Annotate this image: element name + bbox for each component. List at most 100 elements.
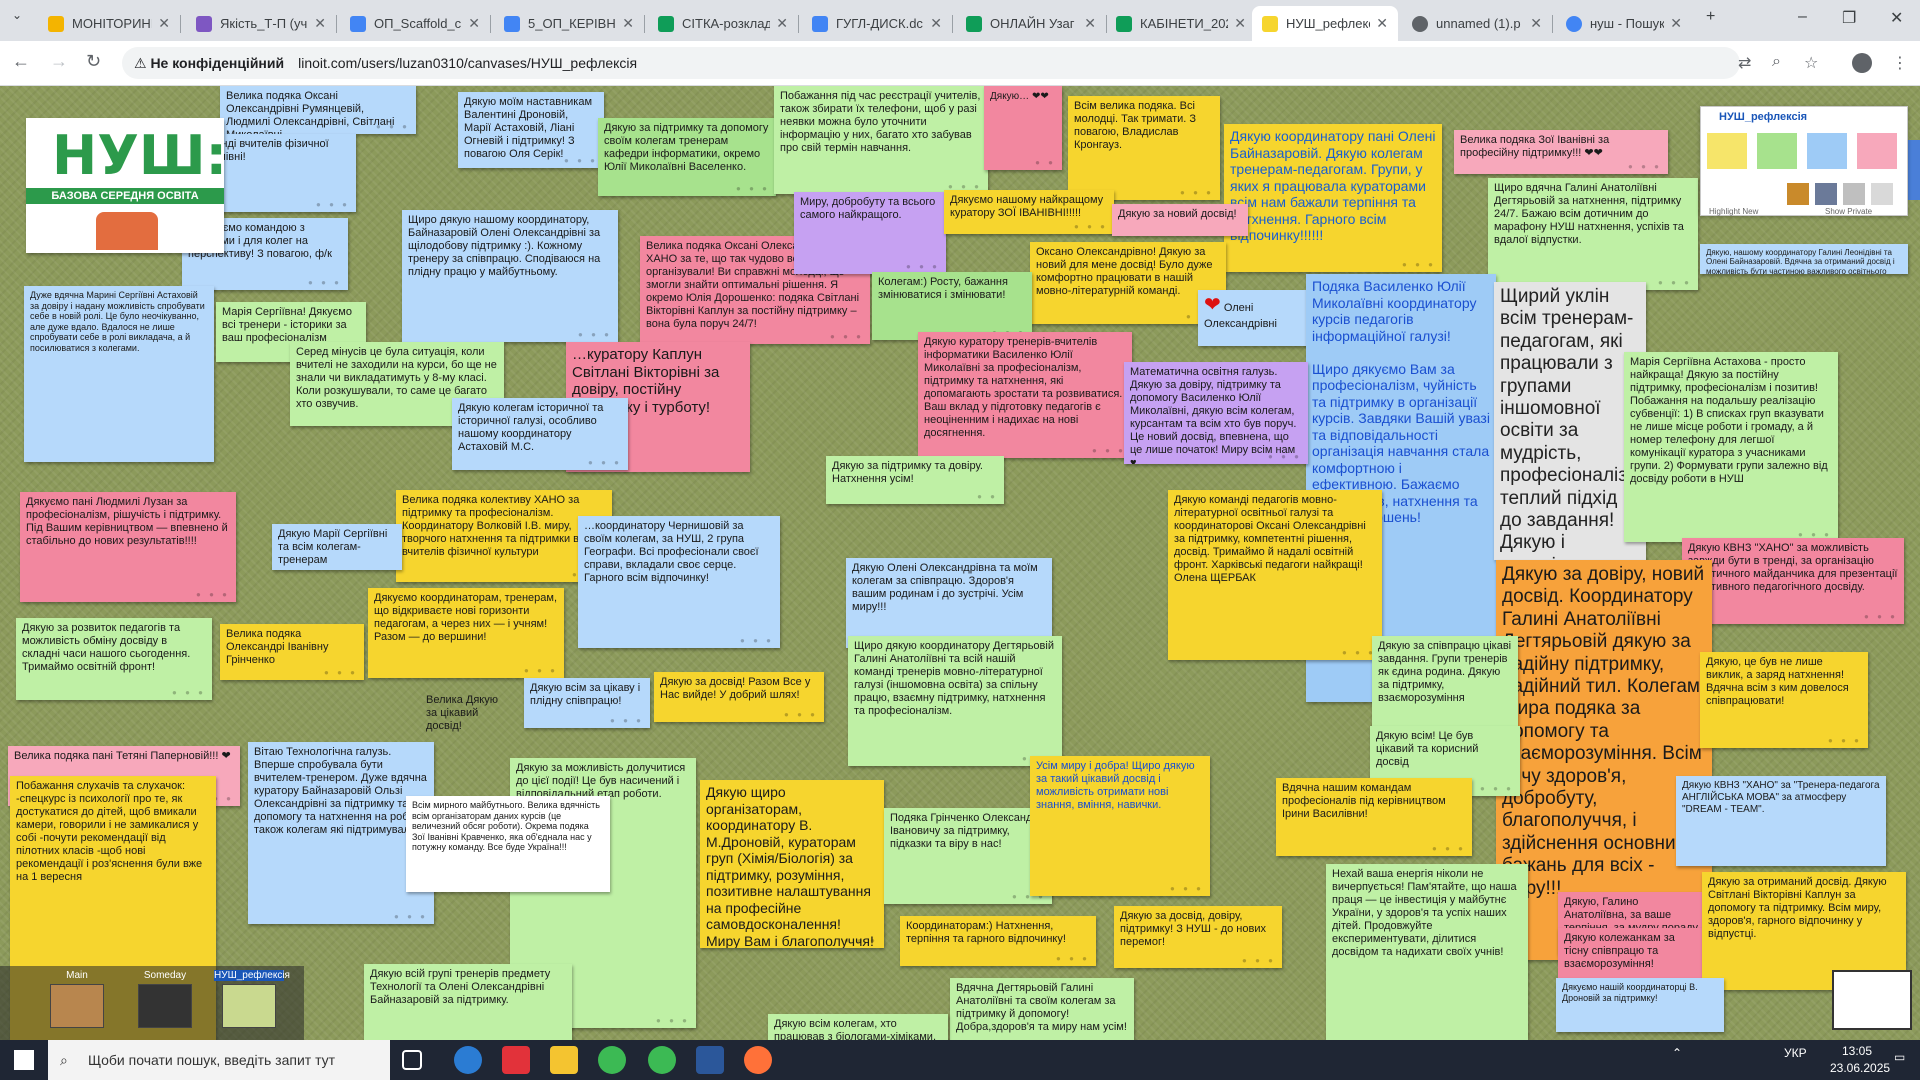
sticky-note[interactable]: Дякую за розвиток педагогів та можливіст… — [16, 618, 212, 700]
sticky-note[interactable]: Дякую за новий досвід! — [1112, 204, 1248, 236]
close-icon[interactable]: ✕ — [1234, 15, 1246, 32]
file-icon[interactable] — [1815, 183, 1837, 205]
photo-icon[interactable] — [1787, 183, 1809, 205]
sticky-note[interactable]: Нехай ваша енергія ніколи не вичерпуєтьс… — [1326, 864, 1528, 1040]
close-icon[interactable]: ✕ — [1376, 15, 1388, 32]
close-icon[interactable]: ✕ — [930, 15, 942, 32]
sticky-note[interactable]: Дуже вдячна Марині Сергіївні Астаховій з… — [24, 286, 214, 462]
sticky-note[interactable]: Велика Дякую за цікавий досвід! — [420, 690, 504, 744]
note-actions-icon[interactable]: ● ● ● — [1342, 648, 1376, 657]
sticky-note[interactable]: Всім велика подяка. Всі молодці. Так три… — [1068, 96, 1220, 200]
note-actions-icon[interactable]: ● ● ● — [1180, 188, 1214, 197]
sticky-note[interactable]: Дякую КВНЗ "ХАНО" за можливість завжди б… — [1682, 538, 1904, 624]
chrome-profile-icon[interactable] — [648, 1046, 676, 1074]
close-icon[interactable]: ✕ — [1530, 15, 1542, 32]
sticky-note[interactable]: Усім миру і добра! Щиро дякую за такий ц… — [1030, 756, 1210, 896]
note-actions-icon[interactable]: ● ● ● — [830, 332, 864, 341]
sticky-note[interactable]: Координаторам:) Натхнення, терпіння та г… — [900, 916, 1096, 966]
tab-nush-refleksiya[interactable]: НУШ_рефлексі ✕ — [1252, 6, 1398, 41]
minimize-button[interactable]: – — [1798, 8, 1807, 26]
sticky-note[interactable]: Подяка Грінченко Олександру Івановичу за… — [884, 808, 1052, 904]
note-actions-icon[interactable]: ● ● ● — [578, 330, 612, 339]
sticky-note[interactable]: Дякуємо пані Людмилі Лузан за професіона… — [20, 492, 236, 602]
close-icon[interactable]: ✕ — [1670, 15, 1682, 32]
forward-button[interactable]: → — [50, 51, 68, 72]
sticky-note[interactable]: Дякую за співпрацю цікаві завдання. Груп… — [1372, 636, 1518, 740]
edge-icon[interactable] — [454, 1046, 482, 1074]
close-icon[interactable]: ✕ — [468, 15, 480, 32]
tab-onlain[interactable]: ОНЛАЙН Узаг ✕ — [956, 6, 1107, 41]
translate-icon[interactable]: ⇄ — [1738, 53, 1751, 73]
sticky-note[interactable]: Вдячна Дегтярьовій Галині Анатоліївні та… — [950, 978, 1134, 1040]
sticky-note[interactable]: Дякую всім за цікаву і плідну співпрацю!… — [524, 678, 650, 728]
board-thumb-someday[interactable]: Someday — [130, 970, 200, 1032]
address-bar[interactable]: ⚠ Не конфіденційний linoit.com/users/luz… — [122, 47, 1740, 79]
close-icon[interactable]: ✕ — [776, 15, 788, 32]
language-indicator[interactable]: УКР — [1784, 1046, 1807, 1060]
sticky-note[interactable]: Колегам:) Росту, бажання змінюватися і з… — [872, 272, 1032, 340]
highlight-new-toggle[interactable]: Highlight New — [1709, 207, 1758, 216]
yellow-note-swatch[interactable] — [1707, 133, 1747, 169]
sticky-note[interactable]: Оксано Олександрівно! Дякую за новий для… — [1030, 242, 1226, 324]
sticky-note[interactable]: Всім мирного майбутнього. Велика вдячніс… — [406, 796, 610, 892]
sticky-note[interactable]: Дякую… ❤❤ ● ● — [984, 86, 1062, 170]
note-actions-icon[interactable]: ● ● ● — [1242, 956, 1276, 965]
note-actions-icon[interactable]: ● ● — [1035, 158, 1056, 167]
sticky-note[interactable]: Щиро дякую нашому координатору, Байназар… — [402, 210, 618, 342]
note-actions-icon[interactable]: ● ● ● — [610, 716, 644, 725]
close-icon[interactable]: ✕ — [622, 15, 634, 32]
note-actions-icon[interactable]: ● ● ● — [376, 122, 410, 131]
sticky-note[interactable]: Дякую координатору пані Олені Байназаров… — [1224, 124, 1442, 272]
note-actions-icon[interactable]: ● ● ● — [524, 666, 558, 675]
zoom-icon[interactable]: ⌕ — [1772, 53, 1781, 71]
note-actions-icon[interactable]: ● ● ● — [172, 688, 206, 697]
sticky-note[interactable]: Дякую Олені Олександрівна та моїм колега… — [846, 558, 1052, 648]
back-button[interactable]: ← — [12, 51, 30, 72]
note-actions-icon[interactable]: ● ● ● — [1480, 784, 1514, 793]
security-indicator[interactable]: ⚠ Не конфіденційний — [134, 55, 284, 72]
note-actions-icon[interactable]: ● ● ● — [1864, 612, 1898, 621]
nush-logo-card[interactable]: НУШ: БАЗОВА СЕРЕДНЯ ОСВІТА — [26, 118, 227, 253]
word-icon[interactable] — [696, 1046, 724, 1074]
note-actions-icon[interactable]: ● ● ● — [736, 184, 770, 193]
layers-icon[interactable] — [1843, 183, 1865, 205]
tab-google-search[interactable]: нуш - Пошук С ✕ — [1556, 6, 1692, 41]
sticky-note[interactable]: Дякуємо нашій координаторці В. Дроновій … — [1556, 978, 1724, 1032]
green-note-swatch[interactable] — [1757, 133, 1797, 169]
sticky-note[interactable]: Дякую команді педагогів мовно-літературн… — [1168, 490, 1382, 660]
note-actions-icon[interactable]: ● ● ● — [308, 278, 342, 287]
note-actions-icon[interactable]: ● ● ● — [1092, 446, 1126, 455]
sticky-note[interactable]: Велика подяка Олександрі Іванівну Грінче… — [220, 624, 364, 680]
note-actions-icon[interactable]: ● ● ● — [588, 458, 622, 467]
clock-date[interactable]: 23.06.2025 — [1830, 1061, 1890, 1075]
clock-time[interactable]: 13:05 — [1842, 1044, 1872, 1058]
show-private-toggle[interactable]: Show Private — [1825, 207, 1872, 216]
note-actions-icon[interactable]: ● ● ● — [324, 668, 358, 677]
sticky-note[interactable]: Дякую моїм наставникам Валентині Дронові… — [458, 92, 604, 168]
sticky-note[interactable]: Дякую за підтримку та допомогу своїм кол… — [598, 118, 776, 196]
note-actions-icon[interactable]: ● ● ● — [1056, 954, 1090, 963]
sticky-note[interactable]: Щиро вдячна Галині Анатоліївні Дегтярьов… — [1488, 178, 1698, 290]
sticky-note[interactable]: Дякую всій групі тренерів предмету Техно… — [364, 964, 572, 1040]
sticky-note[interactable]: Миру, добробуту та всього самого найкращ… — [794, 192, 946, 274]
file-explorer-icon[interactable] — [550, 1046, 578, 1074]
feedback-tab[interactable] — [1908, 140, 1920, 200]
sticky-note[interactable]: Дякую, нашому координатору Галині Леонід… — [1700, 244, 1908, 274]
tab-unnamed[interactable]: unnamed (1).p ✕ — [1402, 6, 1553, 41]
pink-note-swatch[interactable] — [1857, 133, 1897, 169]
note-actions-icon[interactable]: ● ● ● — [1828, 736, 1862, 745]
sticky-note[interactable]: Дякую всім колегам, хто працював з біоло… — [768, 1014, 948, 1040]
settings-icon[interactable] — [1871, 183, 1893, 205]
tab-op-kerivni[interactable]: 5_ОП_КЕРІВНІ ✕ — [494, 6, 645, 41]
reload-button[interactable]: ↻ — [86, 51, 101, 72]
canvas-minimap[interactable] — [1832, 970, 1912, 1030]
menu-kebab-icon[interactable]: ⋮ — [1892, 53, 1908, 73]
bookmark-star-icon[interactable]: ☆ — [1804, 53, 1818, 73]
note-actions-icon[interactable]: ● ● ● — [1658, 278, 1692, 287]
sticky-note[interactable]: Дякую КВНЗ "ХАНО" за "Тренера-педагога А… — [1676, 776, 1886, 866]
tab-kabineti[interactable]: КАБІНЕТИ_202 ✕ — [1106, 6, 1256, 41]
firefox-icon[interactable] — [744, 1046, 772, 1074]
sticky-note[interactable]: Дякую щиро організаторам, координатору В… — [700, 780, 884, 948]
vivaldi-icon[interactable] — [502, 1046, 530, 1074]
sticky-note[interactable]: Дякую за досвід, довіру, підтримку! З НУ… — [1114, 906, 1282, 968]
